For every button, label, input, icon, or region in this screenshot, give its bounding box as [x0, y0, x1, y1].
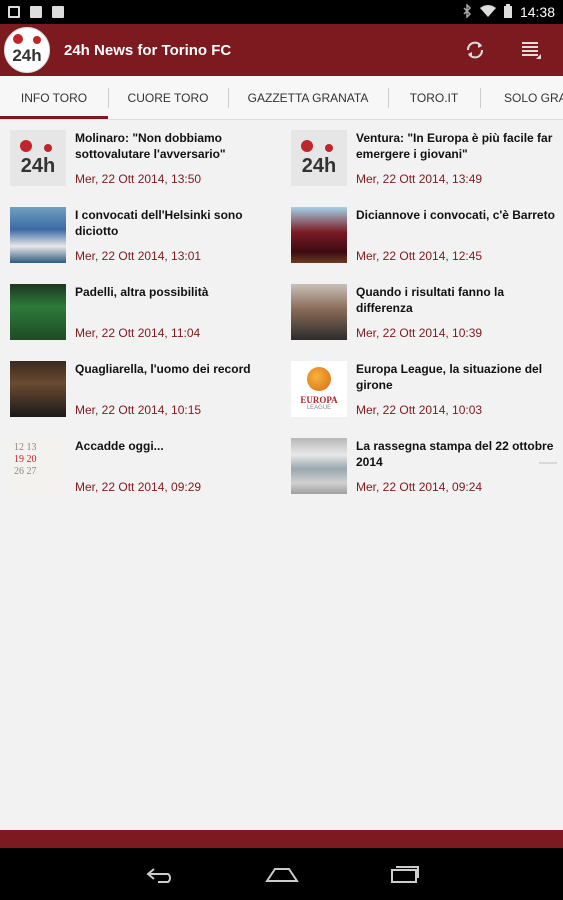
news-thumbnail: 24h: [291, 130, 347, 186]
back-icon: [145, 868, 171, 883]
news-item[interactable]: 24h Molinaro: "Non dobbiamo sottovalutar…: [10, 120, 278, 197]
tab-label: CUORE TORO: [127, 90, 209, 105]
tab-label: GAZZETTA GRANATA: [247, 90, 369, 105]
news-item[interactable]: Padelli, altra possibilità Mer, 22 Ott 20…: [10, 274, 278, 351]
news-item[interactable]: Quando i risultati fanno la differenza Me…: [291, 274, 559, 351]
refresh-button[interactable]: [461, 36, 489, 64]
news-title: La rassegna stampa del 22 ottobre 2014: [356, 439, 554, 469]
news-title: I convocati dell'Helsinki sono diciotto: [75, 208, 243, 238]
news-thumbnail: [291, 207, 347, 263]
battery-icon: [503, 3, 512, 21]
news-item[interactable]: Diciannove i convocati, c'è Barreto Mer, …: [291, 197, 559, 274]
tab-bar: INFO TORO CUORE TORO GAZZETTA GRANATA TO…: [0, 76, 563, 120]
tab-info-toro[interactable]: INFO TORO: [0, 76, 108, 119]
app-title: 24h News for Torino FC: [64, 41, 232, 59]
news-thumbnail: [291, 438, 347, 494]
news-title: Diciannove i convocati, c'è Barreto: [356, 208, 555, 222]
bottom-bar: [0, 830, 563, 848]
news-list: 24h Molinaro: "Non dobbiamo sottovalutar…: [0, 120, 563, 830]
news-column-left: 24h Molinaro: "Non dobbiamo sottovalutar…: [10, 120, 278, 505]
news-title: Molinaro: "Non dobbiamo sottovalutare l'…: [75, 131, 226, 161]
news-date: Mer, 22 Ott 2014, 09:29: [75, 480, 202, 494]
scroll-indicator: [539, 462, 557, 464]
news-thumbnail: 24h: [10, 130, 66, 186]
tab-label: INFO TORO: [20, 90, 88, 105]
news-date: Mer, 22 Ott 2014, 09:24: [356, 480, 483, 494]
calendar-check-icon: [52, 6, 64, 18]
news-date: Mer, 22 Ott 2014, 12:45: [356, 249, 483, 263]
news-thumbnail: [10, 361, 66, 417]
news-item[interactable]: EUROPA LEAGUE Europa League, la situazio…: [291, 351, 559, 428]
refresh-icon: [467, 41, 483, 59]
tab-solo-granata[interactable]: SOLO GRAN: [480, 76, 563, 119]
news-item[interactable]: 12 13 19 20 26 27 Accadde oggi... Mer, 22…: [10, 428, 278, 505]
home-icon: [264, 868, 299, 882]
tab-label: TORO.IT: [409, 90, 459, 105]
home-button[interactable]: [264, 862, 299, 886]
news-date: Mer, 22 Ott 2014, 13:50: [75, 172, 202, 186]
tab-label: SOLO GRAN: [504, 90, 563, 105]
news-item[interactable]: Quagliarella, l'uomo dei record Mer, 22 O…: [10, 351, 278, 428]
news-title: Europa League, la situazione del girone: [356, 362, 543, 392]
tab-cuore-toro[interactable]: CUORE TORO: [108, 76, 228, 119]
app-logo-text: 24h: [12, 46, 42, 65]
news-column-right: 24h Ventura: "In Europa è più facile far…: [291, 120, 559, 505]
news-item[interactable]: 24h Ventura: "In Europa è più facile far…: [291, 120, 559, 197]
status-bar: 14:38: [0, 0, 563, 24]
system-navigation-bar: [0, 848, 563, 900]
wifi-icon: [479, 4, 496, 20]
news-title: Quagliarella, l'uomo dei record: [75, 362, 251, 376]
news-title: Quando i risultati fanno la differenza: [356, 285, 505, 315]
news-item[interactable]: La rassegna stampa del 22 ottobre 2014 Me…: [291, 428, 559, 505]
document-icon: [30, 6, 42, 18]
news-title: Ventura: "In Europa è più facile far eme…: [356, 131, 553, 161]
clock: 14:38: [519, 4, 555, 20]
menu-icon: [522, 42, 541, 59]
tab-toro-it[interactable]: TORO.IT: [388, 76, 480, 119]
news-date: Mer, 22 Ott 2014, 10:15: [75, 403, 202, 417]
news-title: Padelli, altra possibilità: [75, 285, 209, 299]
app-bar: 24h 24h News for Torino FC: [0, 24, 563, 76]
news-date: Mer, 22 Ott 2014, 13:01: [75, 249, 202, 263]
news-thumbnail: 12 13 19 20 26 27: [10, 438, 66, 494]
screen-icon: [8, 6, 20, 18]
news-date: Mer, 22 Ott 2014, 13:49: [356, 172, 483, 186]
back-button[interactable]: [143, 862, 177, 886]
news-item[interactable]: I convocati dell'Helsinki sono diciotto M…: [10, 197, 278, 274]
bluetooth-icon: [462, 2, 472, 21]
app-logo[interactable]: 24h: [4, 27, 50, 73]
news-date: Mer, 22 Ott 2014, 11:04: [75, 326, 201, 340]
news-title: Accadde oggi...: [75, 439, 164, 453]
recents-button[interactable]: [387, 862, 421, 886]
news-thumbnail: [10, 207, 66, 263]
news-thumbnail: EUROPA LEAGUE: [291, 361, 347, 417]
news-date: Mer, 22 Ott 2014, 10:39: [356, 326, 483, 340]
news-date: Mer, 22 Ott 2014, 10:03: [356, 403, 483, 417]
news-thumbnail: [291, 284, 347, 340]
overflow-menu-button[interactable]: [517, 36, 545, 64]
news-thumbnail: [10, 284, 66, 340]
recents-icon: [390, 866, 419, 883]
tab-gazzetta-granata[interactable]: GAZZETTA GRANATA: [228, 76, 388, 119]
